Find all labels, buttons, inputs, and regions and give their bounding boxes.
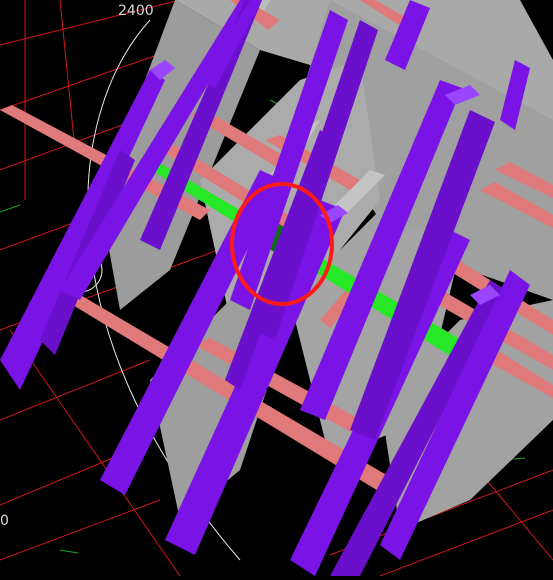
model-canvas[interactable]: [0, 0, 553, 577]
dimension-label-top: 2400: [118, 3, 154, 19]
dimension-label-left: 0: [0, 513, 9, 529]
3d-model-viewport[interactable]: 2400 0: [0, 0, 553, 577]
